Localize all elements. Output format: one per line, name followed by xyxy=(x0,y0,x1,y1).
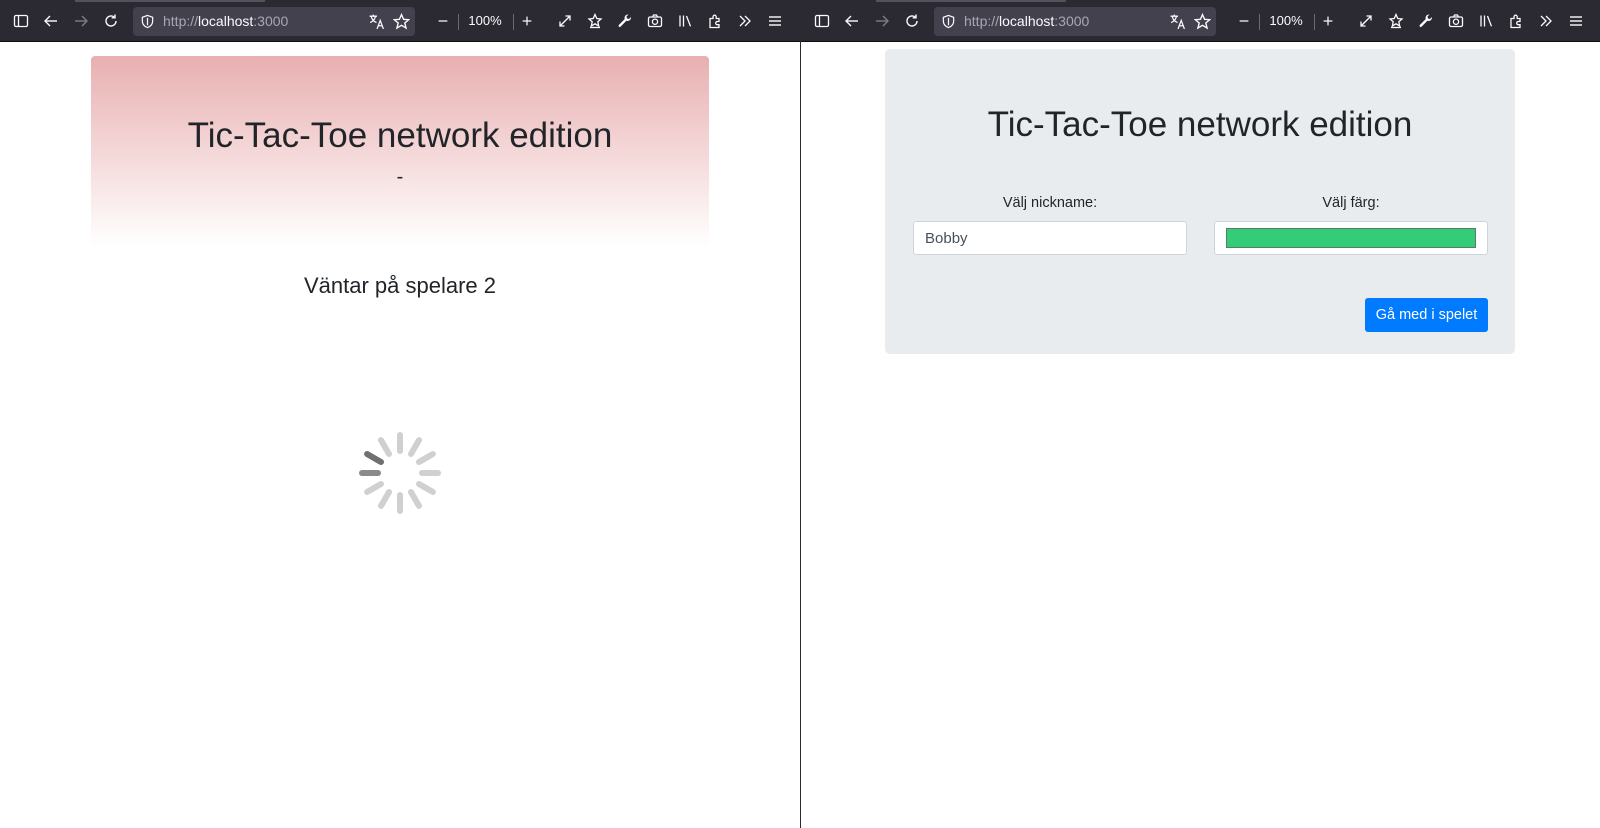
translate-icon[interactable] xyxy=(368,13,385,30)
color-swatch[interactable] xyxy=(1226,228,1476,248)
tab-strip-edge xyxy=(876,0,1066,2)
nickname-label: Välj nickname: xyxy=(1002,195,1098,211)
zoom-out-icon[interactable] xyxy=(1232,9,1256,33)
hamburger-menu-icon[interactable] xyxy=(1564,9,1588,33)
shield-icon[interactable] xyxy=(140,14,155,29)
fullscreen-icon[interactable] xyxy=(553,9,577,33)
zoom-separator xyxy=(1259,14,1260,30)
wrench-icon[interactable] xyxy=(1414,9,1438,33)
url-text[interactable]: http://localhost:3000 xyxy=(964,7,1089,36)
wrench-icon[interactable] xyxy=(613,9,637,33)
reload-icon[interactable] xyxy=(99,9,123,33)
desktop: http://localhost:3000 100% Tic-Tac-Toe n… xyxy=(0,0,1600,828)
extensions-icon[interactable] xyxy=(1504,9,1528,33)
shield-icon[interactable] xyxy=(941,14,956,29)
zoom-in-icon[interactable] xyxy=(1316,9,1340,33)
extensions-icon[interactable] xyxy=(703,9,727,33)
screenshot-camera-icon[interactable] xyxy=(1444,9,1468,33)
zoom-separator xyxy=(513,14,514,30)
zoom-level[interactable]: 100% xyxy=(1262,10,1310,32)
waiting-status: Väntar på spelare 2 xyxy=(303,273,497,298)
loading-spinner-icon xyxy=(350,423,450,523)
left-browser-window: http://localhost:3000 100% Tic-Tac-Toe n… xyxy=(0,0,800,828)
library-icon[interactable] xyxy=(673,9,697,33)
zoom-in-icon[interactable] xyxy=(515,9,539,33)
sidebar-toggle-icon[interactable] xyxy=(9,9,33,33)
page-title: Tic-Tac-Toe network edition xyxy=(987,105,1413,144)
url-bar[interactable]: http://localhost:3000 xyxy=(934,7,1216,36)
url-text[interactable]: http://localhost:3000 xyxy=(163,7,288,36)
join-form-panel: Tic-Tac-Toe network edition Välj nicknam… xyxy=(885,49,1515,354)
forward-arrow-icon[interactable] xyxy=(870,9,894,33)
zoom-separator xyxy=(458,14,459,30)
color-picker[interactable] xyxy=(1214,221,1488,255)
translate-icon[interactable] xyxy=(1169,13,1186,30)
url-bar[interactable]: http://localhost:3000 xyxy=(133,7,415,36)
browser-toolbar: http://localhost:3000 100% xyxy=(801,0,1600,42)
pocket-icon[interactable] xyxy=(1384,9,1408,33)
tab-strip-edge xyxy=(75,0,265,2)
color-label: Välj färg: xyxy=(1322,195,1380,211)
library-icon[interactable] xyxy=(1474,9,1498,33)
zoom-separator xyxy=(1314,14,1315,30)
browser-toolbar: http://localhost:3000 100% xyxy=(0,0,800,42)
forward-arrow-icon[interactable] xyxy=(69,9,93,33)
right-browser-window: http://localhost:3000 100% Tic-Tac-Toe n… xyxy=(801,0,1600,828)
nickname-field[interactable] xyxy=(913,221,1187,255)
pocket-icon[interactable] xyxy=(583,9,607,33)
join-game-button[interactable]: Gå med i spelet xyxy=(1365,298,1488,332)
overflow-chevrons-icon[interactable] xyxy=(1534,9,1558,33)
bookmark-star-icon[interactable] xyxy=(392,12,411,30)
page-title: Tic-Tac-Toe network edition xyxy=(187,116,613,155)
reload-icon[interactable] xyxy=(900,9,924,33)
sidebar-toggle-icon[interactable] xyxy=(810,9,834,33)
back-arrow-icon[interactable] xyxy=(840,9,864,33)
fullscreen-icon[interactable] xyxy=(1354,9,1378,33)
hamburger-menu-icon[interactable] xyxy=(763,9,787,33)
overflow-chevrons-icon[interactable] xyxy=(733,9,757,33)
game-subtitle: - xyxy=(396,166,404,188)
game-header: Tic-Tac-Toe network edition - xyxy=(91,56,709,246)
bookmark-star-icon[interactable] xyxy=(1193,12,1212,30)
zoom-out-icon[interactable] xyxy=(431,9,455,33)
zoom-level[interactable]: 100% xyxy=(461,10,509,32)
screenshot-camera-icon[interactable] xyxy=(643,9,667,33)
back-arrow-icon[interactable] xyxy=(39,9,63,33)
